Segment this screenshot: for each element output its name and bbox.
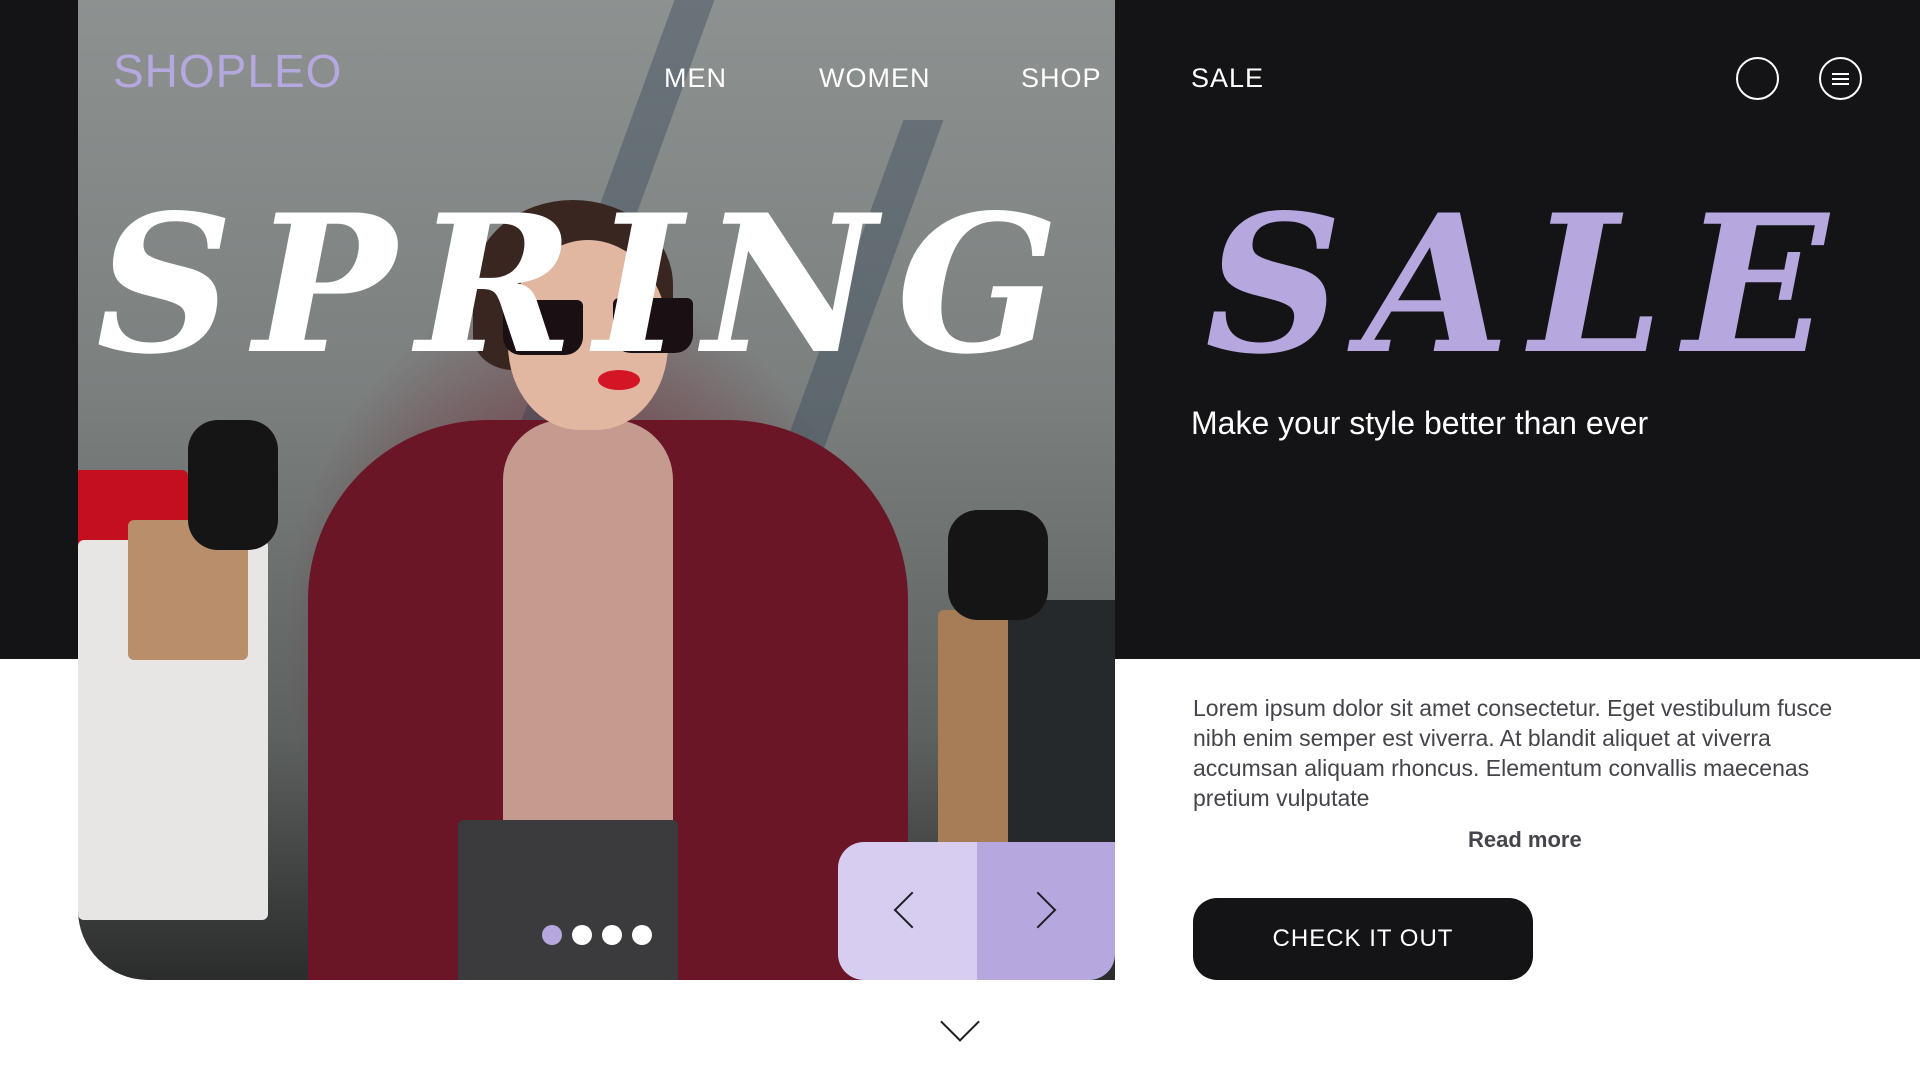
- menu-icon[interactable]: [1819, 57, 1862, 100]
- menu-line: [1832, 73, 1849, 75]
- search-icon[interactable]: [1736, 57, 1779, 100]
- nav-men[interactable]: MEN: [664, 63, 727, 94]
- menu-line: [1832, 83, 1849, 85]
- brand-logo[interactable]: SHOPLEO: [113, 44, 342, 98]
- model-sweater: [503, 420, 673, 840]
- slider-dot-active[interactable]: [542, 925, 562, 945]
- hero-image: [78, 0, 1115, 980]
- nav-shop[interactable]: SHOP: [1021, 63, 1102, 94]
- slider-dot[interactable]: [602, 925, 622, 945]
- model-glove-right: [948, 510, 1048, 620]
- check-it-out-button[interactable]: CHECK IT OUT: [1193, 898, 1533, 980]
- chevron-down-icon[interactable]: [940, 1002, 980, 1042]
- hero-description: Lorem ipsum dolor sit amet consectetur. …: [1193, 695, 1833, 811]
- read-more-link[interactable]: Read more: [1468, 827, 1582, 853]
- slider-dot[interactable]: [572, 925, 592, 945]
- nav-women[interactable]: WOMEN: [819, 63, 930, 94]
- hero-tagline: Make your style better than ever: [1191, 405, 1649, 441]
- menu-line: [1832, 78, 1849, 80]
- chevron-left-icon: [893, 891, 931, 929]
- headline-sale: SALE: [1205, 173, 1849, 396]
- slider-prev-button[interactable]: [838, 842, 977, 980]
- slider-dot[interactable]: [632, 925, 652, 945]
- slider-next-button[interactable]: [977, 842, 1115, 980]
- headline-spring: SPRING: [96, 173, 1079, 396]
- model-glove-left: [188, 420, 278, 550]
- chevron-right-icon: [1019, 891, 1057, 929]
- model-skirt: [458, 820, 678, 980]
- nav-sale[interactable]: SALE: [1191, 63, 1264, 94]
